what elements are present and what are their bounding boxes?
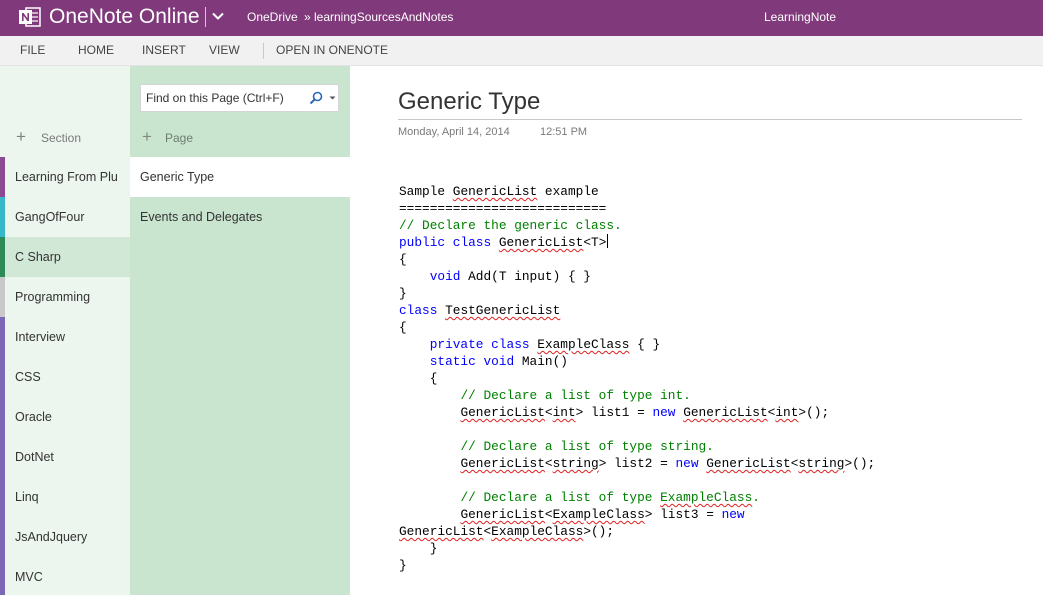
- onenote-logo-icon[interactable]: [18, 5, 42, 29]
- section-item[interactable]: DotNet: [0, 437, 130, 477]
- section-item[interactable]: Learning From Plu: [0, 157, 130, 197]
- header-divider: [205, 7, 206, 27]
- section-item[interactable]: GangOfFour: [0, 197, 130, 237]
- section-color-tab: [0, 557, 5, 595]
- code-line[interactable]: GenericList<ExampleClass>();: [399, 523, 875, 540]
- section-item-label: Programming: [15, 290, 91, 304]
- code-line[interactable]: {: [399, 251, 875, 268]
- code-line[interactable]: GenericList<ExampleClass> list3 = new: [399, 506, 875, 523]
- tab-home[interactable]: HOME: [78, 43, 114, 57]
- section-color-tab: [0, 317, 5, 357]
- page-date: Monday, April 14, 2014: [398, 126, 510, 138]
- code-line[interactable]: }: [399, 557, 875, 574]
- add-page-label: Page: [165, 131, 194, 145]
- section-color-tab: [0, 437, 5, 477]
- breadcrumb-folder[interactable]: learningSourcesAndNotes: [314, 9, 453, 25]
- breadcrumb-onedrive[interactable]: OneDrive: [247, 9, 298, 25]
- section-item[interactable]: JsAndJquery: [0, 517, 130, 557]
- code-block[interactable]: Sample GenericList example ==============…: [399, 183, 875, 574]
- code-line[interactable]: void Add(T input) { }: [399, 268, 875, 285]
- title-underline: [398, 119, 1022, 120]
- section-color-tab: [0, 397, 5, 437]
- find-on-page-box[interactable]: [140, 84, 339, 112]
- section-item-label: C Sharp: [15, 250, 61, 264]
- page-title[interactable]: Generic Type: [398, 88, 540, 116]
- code-line[interactable]: GenericList<int> list1 = new GenericList…: [399, 404, 875, 421]
- section-item-label: MVC: [15, 570, 43, 584]
- app-title[interactable]: OneNote Online: [49, 4, 200, 30]
- page-item-label: Generic Type: [140, 170, 215, 184]
- code-line[interactable]: // Declare the generic class.: [399, 217, 875, 234]
- code-line[interactable]: Sample GenericList example: [399, 183, 875, 200]
- section-color-tab: [0, 277, 5, 317]
- section-item-label: Oracle: [15, 410, 52, 424]
- ribbon-tabs: FILE HOME INSERT VIEW OPEN IN ONENOTE: [0, 36, 1043, 66]
- code-line[interactable]: ​: [399, 472, 875, 489]
- section-item-label: DotNet: [15, 450, 54, 464]
- add-section-button[interactable]: + Section: [0, 128, 130, 148]
- search-input[interactable]: [146, 90, 306, 106]
- code-line[interactable]: static void Main(): [399, 353, 875, 370]
- page-list: + Page Generic Type Events and Delegates: [130, 66, 350, 595]
- page-time: 12:51 PM: [540, 126, 588, 138]
- code-line[interactable]: // Declare a list of type ExampleClass.: [399, 489, 875, 506]
- notebook-name[interactable]: LearningNote: [764, 9, 836, 25]
- tab-view[interactable]: VIEW: [209, 43, 240, 57]
- section-item[interactable]: Programming: [0, 277, 130, 317]
- code-line[interactable]: }: [399, 285, 875, 302]
- code-line[interactable]: ​: [399, 421, 875, 438]
- section-color-tab: [0, 157, 5, 197]
- tab-insert[interactable]: INSERT: [142, 43, 186, 57]
- note-canvas[interactable]: Generic Type Monday, April 14, 2014 12:5…: [350, 66, 1043, 595]
- section-item[interactable]: MVC: [0, 557, 130, 595]
- section-color-tab: [0, 517, 5, 557]
- section-list: + Section Learning From Plu GangOfFour C S…: [0, 66, 130, 595]
- code-line[interactable]: GenericList<string> list2 = new GenericL…: [399, 455, 875, 472]
- text-cursor: [607, 234, 609, 248]
- code-line[interactable]: class TestGenericList: [399, 302, 875, 319]
- plus-icon: +: [16, 127, 26, 146]
- search-icon[interactable]: [309, 91, 323, 105]
- section-item[interactable]: Oracle: [0, 397, 130, 437]
- add-page-button[interactable]: + Page: [130, 128, 350, 148]
- app-header: OneNote Online OneDrive » learningSource…: [0, 0, 1043, 36]
- section-item-label: GangOfFour: [15, 210, 85, 224]
- section-item[interactable]: CSS: [0, 357, 130, 397]
- code-line[interactable]: private class ExampleClass { }: [399, 336, 875, 353]
- section-color-tab: [0, 357, 5, 397]
- add-section-label: Section: [41, 131, 82, 145]
- section-item-label: CSS: [15, 370, 41, 384]
- open-in-onenote-button[interactable]: OPEN IN ONENOTE: [276, 43, 388, 57]
- section-item-label: Interview: [15, 330, 66, 344]
- section-item[interactable]: C Sharp: [0, 237, 130, 277]
- page-item-label: Events and Delegates: [140, 210, 263, 224]
- breadcrumb-separator: »: [304, 10, 311, 24]
- page-item[interactable]: Generic Type: [130, 157, 350, 197]
- code-line[interactable]: ===========================: [399, 200, 875, 217]
- ribbon-divider: [263, 43, 264, 59]
- section-color-tab: [0, 237, 5, 277]
- code-line[interactable]: {: [399, 319, 875, 336]
- section-color-tab: [0, 477, 5, 517]
- section-item-label: Linq: [15, 490, 39, 504]
- search-options-dropdown-icon[interactable]: [329, 93, 336, 103]
- code-line[interactable]: public class GenericList<T>: [399, 234, 875, 251]
- page-item[interactable]: Events and Delegates: [130, 197, 350, 237]
- section-item[interactable]: Interview: [0, 317, 130, 357]
- code-line[interactable]: }: [399, 540, 875, 557]
- chevron-down-icon[interactable]: [211, 9, 225, 23]
- section-item-label: Learning From Plu: [15, 170, 118, 184]
- tab-file[interactable]: FILE: [20, 43, 45, 57]
- plus-icon: +: [142, 127, 152, 146]
- code-line[interactable]: {: [399, 370, 875, 387]
- section-color-tab: [0, 197, 5, 237]
- code-line[interactable]: // Declare a list of type int.: [399, 387, 875, 404]
- section-item-label: JsAndJquery: [15, 530, 88, 544]
- section-item[interactable]: Linq: [0, 477, 130, 517]
- code-line[interactable]: // Declare a list of type string.: [399, 438, 875, 455]
